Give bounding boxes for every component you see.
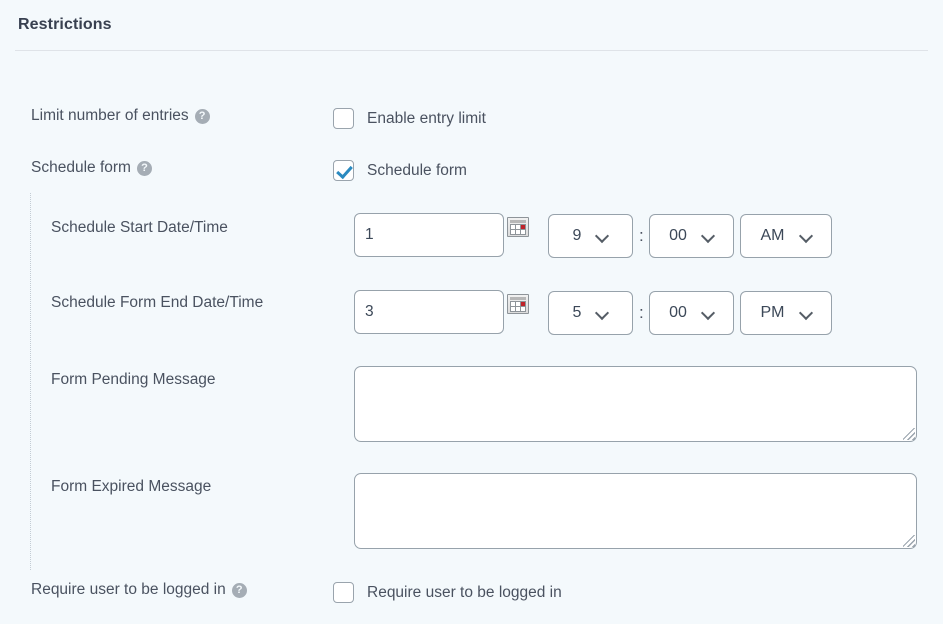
schedule-start-hour-select[interactable]: 9 [548, 214, 633, 258]
label-require-user-logged-in: Require user to be logged in? [31, 580, 247, 600]
label-form-pending-message: Form Pending Message [51, 371, 216, 388]
nested-group-guide [30, 193, 31, 570]
label-schedule-form: Schedule form? [31, 158, 152, 178]
chevron-down-icon [703, 231, 714, 242]
schedule-start-minute-select[interactable]: 00 [649, 214, 734, 258]
schedule-start-date-input[interactable] [354, 213, 504, 257]
chevron-down-icon [703, 308, 714, 319]
restrictions-settings-panel: Restrictions Limit number of entries? En… [0, 0, 943, 624]
schedule-start-meridiem-select[interactable]: AM [740, 214, 832, 258]
section-header: Restrictions [0, 0, 943, 50]
time-separator-end: : [639, 303, 644, 322]
checkbox-require-user-logged-in[interactable] [333, 582, 354, 603]
checkbox-schedule-form[interactable] [333, 160, 354, 181]
schedule-end-meridiem-select[interactable]: PM [740, 291, 832, 335]
chevron-down-icon [801, 308, 812, 319]
label-text: Limit number of entries [31, 107, 189, 124]
checkbox-label-schedule-form[interactable]: Schedule form [367, 162, 467, 180]
selected-meridiem: PM [760, 304, 785, 321]
calendar-icon[interactable] [507, 217, 529, 237]
calendar-icon[interactable] [507, 294, 529, 314]
chevron-down-icon [597, 231, 608, 242]
chevron-down-icon [597, 308, 608, 319]
checkbox-enable-entry-limit[interactable] [333, 108, 354, 129]
help-icon[interactable]: ? [136, 161, 152, 176]
selected-hour: 9 [572, 227, 582, 244]
label-limit-number-of-entries: Limit number of entries? [31, 106, 210, 126]
selected-minute: 00 [669, 227, 687, 244]
form-expired-message-textarea[interactable] [354, 473, 917, 549]
field-enable-entry-limit[interactable]: Enable entry limit [333, 108, 486, 129]
selected-meridiem: AM [760, 227, 785, 244]
schedule-end-minute-select[interactable]: 00 [649, 291, 734, 335]
selected-hour: 5 [572, 304, 582, 321]
form-pending-message-textarea[interactable] [354, 366, 917, 442]
time-separator-start: : [639, 226, 644, 245]
field-require-user-logged-in[interactable]: Require user to be logged in [333, 582, 562, 603]
checkbox-label-enable-entry-limit[interactable]: Enable entry limit [367, 110, 486, 128]
selected-minute: 00 [669, 304, 687, 321]
label-form-expired-message: Form Expired Message [51, 478, 212, 495]
label-schedule-end-datetime: Schedule Form End Date/Time [51, 294, 264, 311]
label-text: Require user to be logged in [31, 581, 226, 598]
schedule-end-date-input[interactable] [354, 290, 504, 334]
help-icon[interactable]: ? [231, 583, 247, 598]
header-divider [15, 50, 928, 51]
label-schedule-start-datetime: Schedule Start Date/Time [51, 219, 228, 236]
page-title: Restrictions [18, 16, 112, 33]
checkbox-label-require-user-logged-in[interactable]: Require user to be logged in [367, 584, 562, 602]
help-icon[interactable]: ? [194, 109, 210, 124]
label-text: Schedule form [31, 159, 131, 176]
chevron-down-icon [801, 231, 812, 242]
schedule-end-hour-select[interactable]: 5 [548, 291, 633, 335]
field-schedule-form[interactable]: Schedule form [333, 160, 467, 181]
